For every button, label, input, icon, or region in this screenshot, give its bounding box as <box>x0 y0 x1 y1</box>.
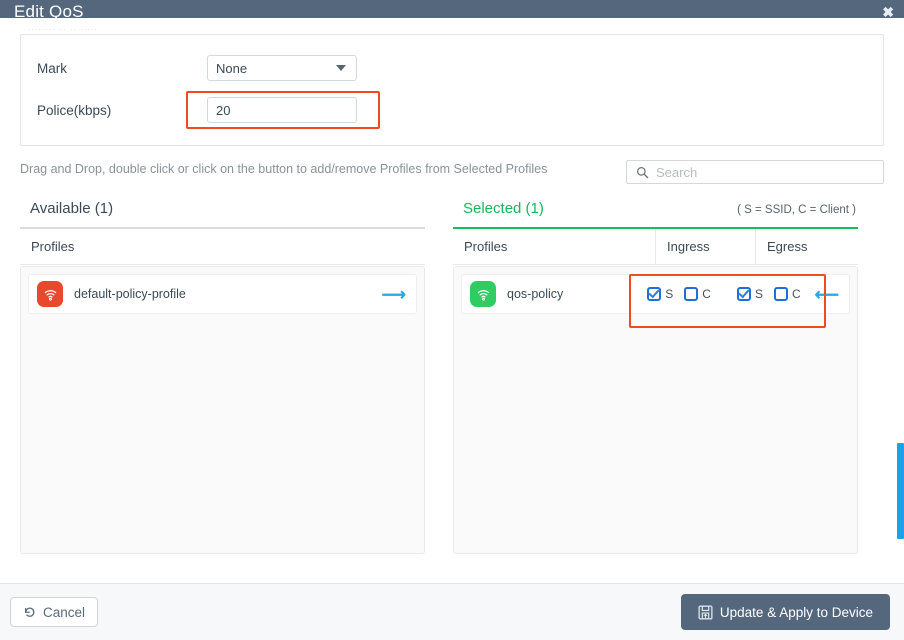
police-label: Police(kbps) <box>37 102 112 118</box>
egress-ssid-label: S <box>754 287 763 301</box>
dialog-title: Edit QoS <box>14 2 84 18</box>
wifi-profile-icon <box>470 281 496 307</box>
ingress-client-checkbox[interactable] <box>684 287 699 301</box>
edit-qos-dialog: Edit QoS ✖ ........ .. .. ..... Mark Non… <box>0 0 904 640</box>
mark-label: Mark <box>37 60 67 76</box>
police-row: Police(kbps) <box>21 91 883 129</box>
mark-select-value: None <box>216 60 248 76</box>
egress-client-checkbox[interactable] <box>773 287 788 301</box>
update-apply-button-label: Update & Apply to Device <box>719 604 873 620</box>
save-icon <box>698 604 713 620</box>
arrow-right-icon[interactable]: ⟶ <box>382 286 406 303</box>
available-column: Available (1) Profiles default-policy-pr… <box>20 200 425 554</box>
cancel-button[interactable]: Cancel <box>10 597 99 627</box>
egress-ssid-checkbox[interactable] <box>736 287 751 301</box>
dialog-footer: Cancel Update & Apply to Device <box>0 583 904 640</box>
selected-table-head: Profiles Ingress Egress <box>453 228 858 265</box>
hint-search-row: Drag and Drop, double click or click on … <box>20 160 884 184</box>
dialog-body: ........ .. .. ..... Mark None Police(kb… <box>0 18 904 583</box>
selected-col-ingress: Ingress <box>655 228 755 265</box>
available-col-profiles: Profiles <box>31 238 75 254</box>
ingress-client-label: C <box>702 287 711 301</box>
selected-column: Selected (1) ( S = SSID, C = Client ) Pr… <box>453 200 858 554</box>
selected-title: Selected (1) <box>463 200 544 217</box>
egress-checkbox-group: S C <box>736 287 801 301</box>
police-input[interactable] <box>207 97 357 123</box>
list-item[interactable]: default-policy-profile ⟶ <box>28 274 417 314</box>
available-list[interactable]: default-policy-profile ⟶ <box>20 266 425 554</box>
update-apply-button[interactable]: Update & Apply to Device <box>680 594 890 630</box>
list-item-label: default-policy-profile <box>74 287 186 301</box>
cancel-button-label: Cancel <box>43 604 86 620</box>
mark-select[interactable]: None <box>207 55 357 81</box>
scrollbar[interactable] <box>896 36 904 539</box>
chevron-down-icon <box>336 65 346 71</box>
drag-drop-hint: Drag and Drop, double click or click on … <box>20 162 548 176</box>
scrollbar-thumb[interactable] <box>897 443 904 539</box>
legend-text: ( S = SSID, C = Client ) <box>737 204 856 216</box>
list-item-label: qos-policy <box>507 287 564 301</box>
police-field-wrap <box>186 91 380 129</box>
selected-row-wrapper: qos-policy S C S C ⟵ <box>461 274 850 328</box>
search-icon <box>637 166 649 178</box>
dual-list: Available (1) Profiles default-policy-pr… <box>20 200 884 554</box>
selected-col-egress: Egress <box>755 228 858 265</box>
arrow-left-icon[interactable]: ⟵ <box>815 286 839 303</box>
available-table-head: Profiles <box>20 229 425 265</box>
mark-row: Mark None <box>21 51 883 85</box>
search-input[interactable] <box>656 164 874 180</box>
ingress-ssid-checkbox[interactable] <box>647 287 662 301</box>
available-header: Available (1) <box>20 200 425 227</box>
clipped-label: ........ .. .. ..... <box>28 22 99 32</box>
available-title: Available (1) <box>30 200 114 217</box>
search-box[interactable] <box>626 160 884 184</box>
selected-list[interactable]: qos-policy S C S C ⟵ <box>453 266 858 554</box>
close-icon[interactable]: ✖ <box>882 5 894 18</box>
dialog-titlebar: Edit QoS ✖ <box>0 0 904 18</box>
ingress-ssid-label: S <box>665 287 674 301</box>
list-item[interactable]: qos-policy S C S C ⟵ <box>461 274 850 314</box>
qos-form-panel: Mark None Police(kbps) <box>20 34 884 146</box>
undo-icon <box>24 606 35 617</box>
wifi-profile-icon <box>37 281 63 307</box>
egress-client-label: C <box>791 287 801 301</box>
ingress-checkbox-group: S C <box>647 287 711 301</box>
selected-col-profiles: Profiles <box>464 238 508 254</box>
selected-header: Selected (1) ( S = SSID, C = Client ) <box>453 200 858 227</box>
mark-field-wrap: None <box>207 55 357 81</box>
